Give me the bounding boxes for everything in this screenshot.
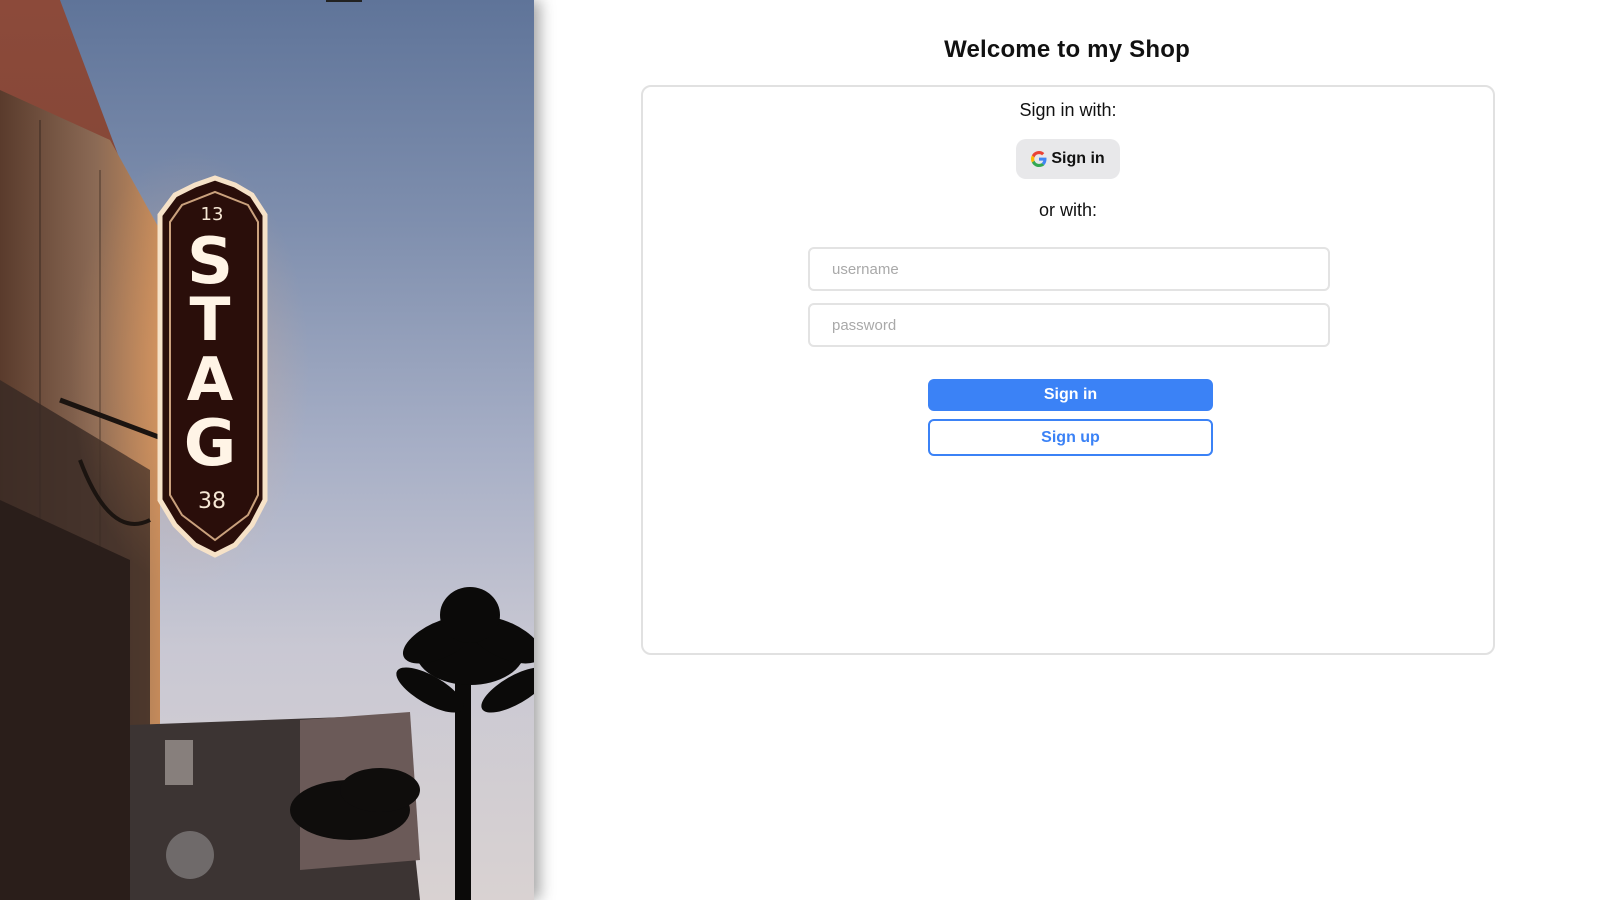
hero-image: 13 S T A G 38	[0, 0, 534, 900]
sign-in-with-label: Sign in with:	[1019, 100, 1117, 120]
sign-letter-a: A	[187, 345, 234, 415]
google-sign-in-button[interactable]: Sign in	[1016, 139, 1120, 179]
or-with-label: or with:	[1038, 200, 1098, 220]
login-card: Sign in with: Sign in or with: Sign in S…	[641, 85, 1495, 655]
sign-letter-g: G	[184, 407, 237, 481]
login-page: 13 S T A G 38 Welcome to my Shop Sign in…	[0, 0, 1600, 900]
google-g-icon	[1031, 151, 1047, 167]
google-sign-in-label: Sign in	[1051, 150, 1105, 167]
password-input[interactable]	[808, 303, 1330, 347]
page-title: Welcome to my Shop	[944, 36, 1190, 63]
stag-sign: 13 S T A G 38	[157, 175, 268, 558]
sign-up-button[interactable]: Sign up	[928, 419, 1213, 456]
sign-bottom-number: 38	[198, 489, 226, 514]
sign-in-button[interactable]: Sign in	[928, 379, 1213, 411]
stag-theater-photo: 13 S T A G 38	[0, 0, 534, 900]
username-input[interactable]	[808, 247, 1330, 291]
sign-top-number: 13	[201, 204, 224, 225]
